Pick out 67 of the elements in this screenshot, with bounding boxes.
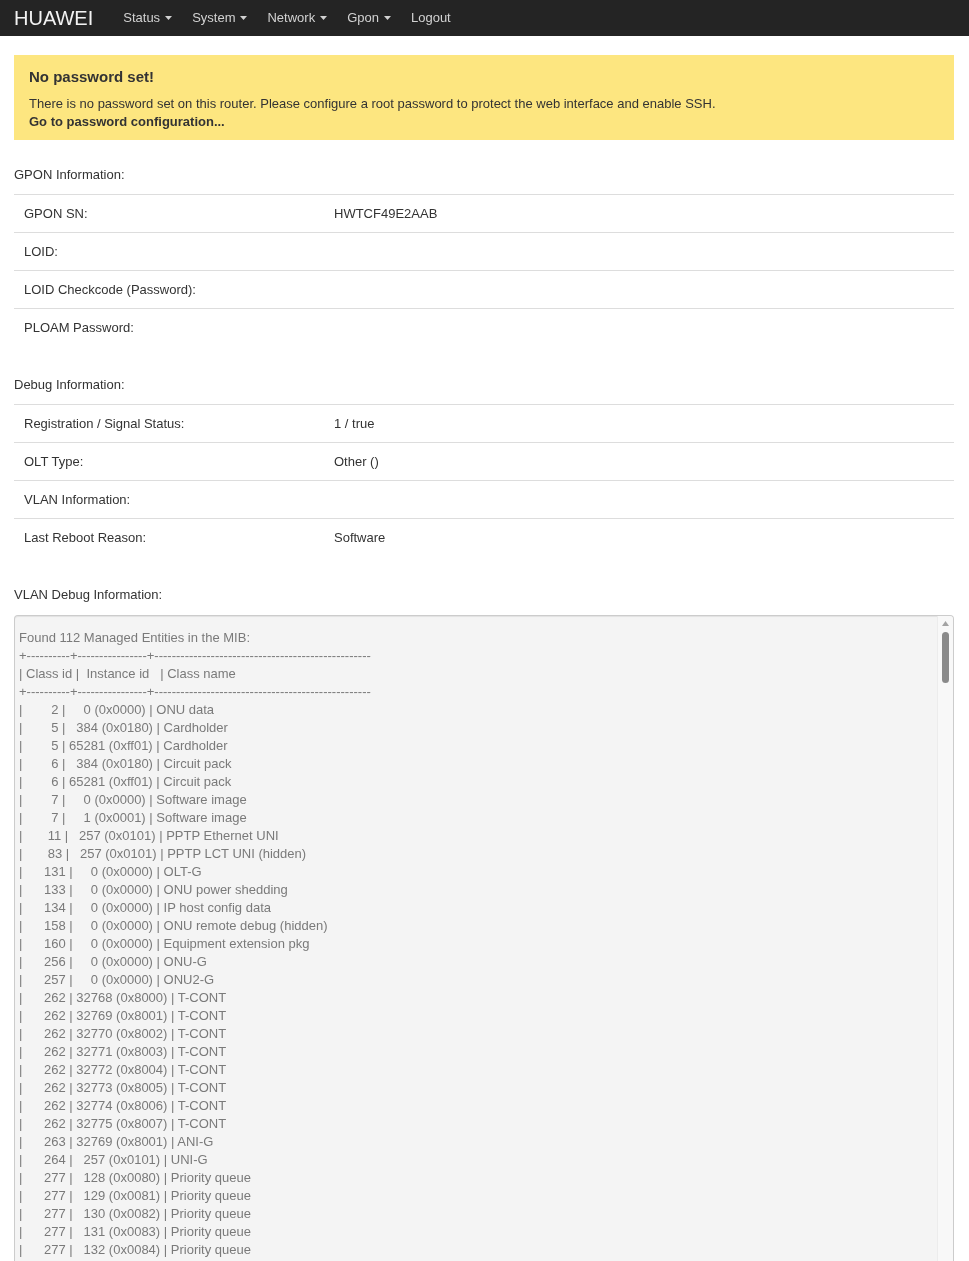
field-label: GPON SN: bbox=[23, 204, 88, 223]
output-line: | 6 | 384 (0x0180) | Circuit pack bbox=[19, 755, 232, 773]
output-line: | 277 | 128 (0x0080) | Priority queue bbox=[19, 1169, 251, 1187]
output-line: | 262 | 32772 (0x8004) | T-CONT bbox=[19, 1061, 227, 1079]
output-line: | 7 | 1 (0x0001) | Software image bbox=[19, 809, 247, 827]
scrollbar-thumb[interactable] bbox=[942, 632, 949, 683]
scrollbar-track[interactable] bbox=[937, 616, 953, 1261]
debug-output-field[interactable] bbox=[14, 615, 954, 1261]
output-line: | 160 | 0 (0x0000) | Equipment extension pkg bbox=[19, 935, 310, 953]
output-line: | 262 | 32769 (0x8001) | T-CONT bbox=[19, 1007, 227, 1025]
alert-title: No password set! bbox=[29, 68, 156, 86]
output-line: | 277 | 129 (0x0081) | Priority queue bbox=[19, 1187, 251, 1205]
output-line: | 262 | 32774 (0x8006) | T-CONT bbox=[19, 1097, 227, 1115]
output-line: | 277 | 131 (0x0083) | Priority queue bbox=[19, 1223, 251, 1241]
output-line: | 277 | 132 (0x0084) | Priority queue bbox=[19, 1241, 251, 1259]
output-line: | 5 | 384 (0x0180) | Cardholder bbox=[19, 719, 228, 737]
output-line: | 256 | 0 (0x0000) | ONU-G bbox=[19, 953, 207, 971]
output-line: +----------+----------------+-------------------------------------------------- bbox=[19, 683, 371, 701]
output-line: | 277 | 130 (0x0082) | Priority queue bbox=[19, 1205, 251, 1223]
output-line: | 262 | 32773 (0x8005) | T-CONT bbox=[19, 1079, 227, 1097]
output-line: | 264 | 257 (0x0101) | UNI-G bbox=[19, 1151, 208, 1169]
section-heading: GPON Information: bbox=[14, 166, 126, 184]
field-label: LOID: bbox=[23, 242, 58, 261]
caret-icon bbox=[320, 16, 328, 20]
field-value: Software bbox=[333, 528, 386, 547]
output-line: | 131 | 0 (0x0000) | OLT-G bbox=[19, 863, 202, 881]
field-value: 1 / true bbox=[333, 414, 375, 433]
field-label: PLOAM Password: bbox=[23, 318, 134, 337]
output-line: | 11 | 257 (0x0101) | PPTP Ethernet UNI bbox=[19, 827, 279, 845]
field-label: LOID Checkcode (Password): bbox=[23, 280, 196, 299]
output-line: | 5 | 65281 (0xff01) | Cardholder bbox=[19, 737, 228, 755]
output-line: | 7 | 0 (0x0000) | Software image bbox=[19, 791, 247, 809]
nav-dropdown[interactable]: Gpon bbox=[337, 0, 401, 36]
caret-icon bbox=[383, 16, 391, 20]
output-line: | 2 | 0 (0x0000) | ONU data bbox=[19, 701, 215, 719]
output-line: | 262 | 32771 (0x8003) | T-CONT bbox=[19, 1043, 227, 1061]
field-value: HWTCF49E2AAB bbox=[333, 204, 438, 223]
nav-link[interactable]: Logout bbox=[400, 0, 461, 36]
field-label: Registration / Signal Status: bbox=[23, 414, 185, 433]
section-heading: VLAN Debug Information: bbox=[14, 586, 164, 604]
nav-dropdown[interactable]: System bbox=[182, 0, 258, 36]
output-line: | 133 | 0 (0x0000) | ONU power shedding bbox=[19, 881, 288, 899]
output-line: | Class id | Instance id | Class name bbox=[19, 665, 236, 683]
output-line: | 257 | 0 (0x0000) | ONU2-G bbox=[19, 971, 215, 989]
caret-icon bbox=[240, 16, 248, 20]
output-line: | 158 | 0 (0x0000) | ONU remote debug (hidden) bbox=[19, 917, 328, 935]
field-label: OLT Type: bbox=[23, 452, 84, 471]
alert-message: There is no password set on this router. Please configure a root password to protect the web interface and enable SSH. bbox=[29, 95, 717, 113]
nav-dropdown[interactable]: Network bbox=[257, 0, 338, 36]
brand-name[interactable]: HUAWEI bbox=[14, 6, 94, 30]
field-label: Last Reboot Reason: bbox=[23, 528, 147, 547]
field-label: VLAN Information: bbox=[23, 490, 131, 509]
output-line: | 262 | 32775 (0x8007) | T-CONT bbox=[19, 1115, 227, 1133]
output-line: Found 112 Managed Entities in the MIB: bbox=[19, 629, 250, 647]
output-line: | 262 | 32770 (0x8002) | T-CONT bbox=[19, 1025, 227, 1043]
output-line: | 83 | 257 (0x0101) | PPTP LCT UNI (hidden) bbox=[19, 845, 307, 863]
output-line: +----------+----------------+-------------------------------------------------- bbox=[19, 647, 371, 665]
scroll-up-arrow-icon[interactable] bbox=[942, 621, 949, 626]
output-line: | 6 | 65281 (0xff01) | Circuit pack bbox=[19, 773, 232, 791]
field-value: Other () bbox=[333, 452, 379, 471]
nav-dropdown[interactable]: Status bbox=[113, 0, 183, 36]
output-line: | 263 | 32769 (0x8001) | ANI-G bbox=[19, 1133, 214, 1151]
password-config-link[interactable]: Go to password configuration... bbox=[29, 114, 225, 129]
caret-icon bbox=[165, 16, 173, 20]
output-line: | 134 | 0 (0x0000) | IP host config data bbox=[19, 899, 271, 917]
section-heading: Debug Information: bbox=[14, 376, 126, 394]
output-line: | 262 | 32768 (0x8000) | T-CONT bbox=[19, 989, 227, 1007]
